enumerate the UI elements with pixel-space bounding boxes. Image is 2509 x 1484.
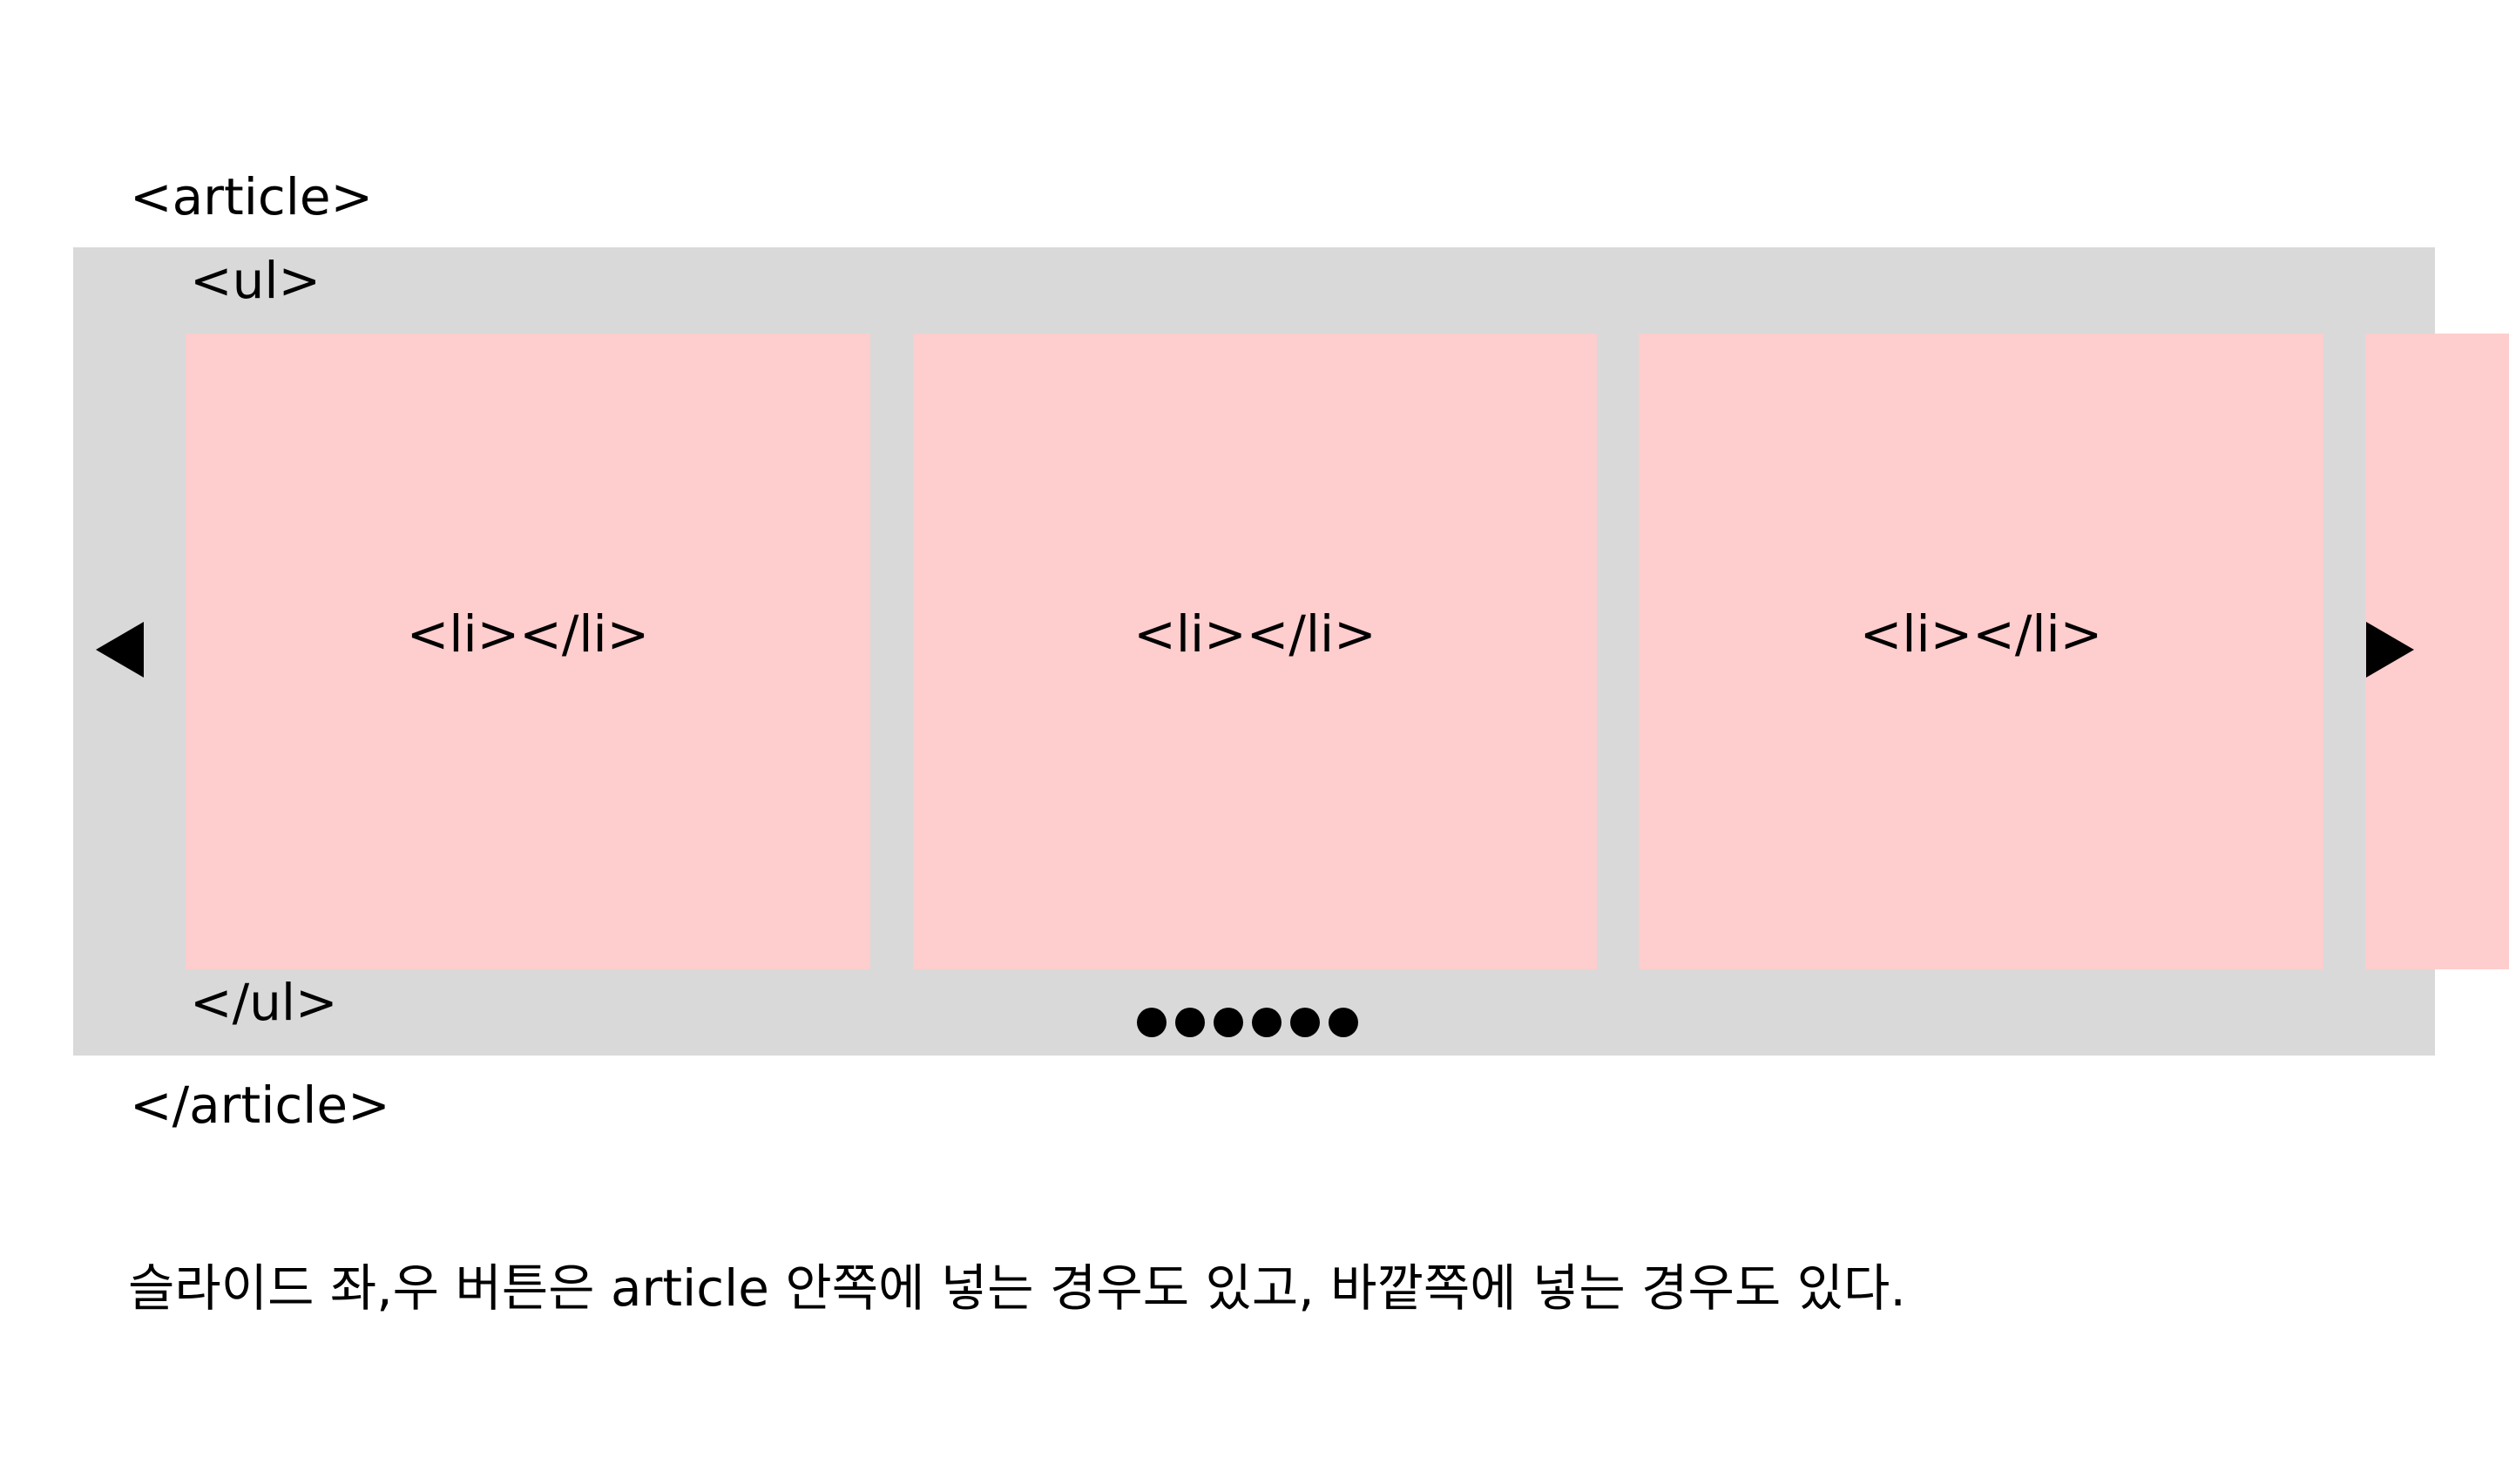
pagination-dot[interactable] <box>1329 1008 1358 1037</box>
ul-open-tag-label: <ul> <box>190 251 321 310</box>
pagination-dot[interactable] <box>1252 1008 1282 1037</box>
pagination-dot[interactable] <box>1290 1008 1320 1037</box>
pagination-dot[interactable] <box>1175 1008 1205 1037</box>
slide-item-label: <li></li> <box>1133 604 1376 664</box>
slide-item-2: <li></li> <box>913 334 1597 969</box>
slide-item-3: <li></li> <box>1639 334 2323 969</box>
prev-arrow-icon[interactable] <box>96 622 144 678</box>
slide-item-1: <li></li> <box>186 334 870 969</box>
slide-item-label: <li></li> <box>1859 604 2103 664</box>
article-close-tag-label: </article> <box>130 1076 390 1135</box>
ul-close-tag-label: </ul> <box>190 973 338 1032</box>
article-open-tag-label: <article> <box>130 167 374 226</box>
slide-item-label: <li></li> <box>406 604 650 664</box>
pagination-dot[interactable] <box>1137 1008 1167 1037</box>
next-arrow-icon[interactable] <box>2366 622 2414 678</box>
caption-text: 슬라이드 좌,우 버튼은 article 안쪽에 넣는 경우도 있고, 바깥쪽에… <box>128 1258 1906 1318</box>
pagination-dot[interactable] <box>1214 1008 1243 1037</box>
pagination-dots <box>1137 1008 1358 1037</box>
